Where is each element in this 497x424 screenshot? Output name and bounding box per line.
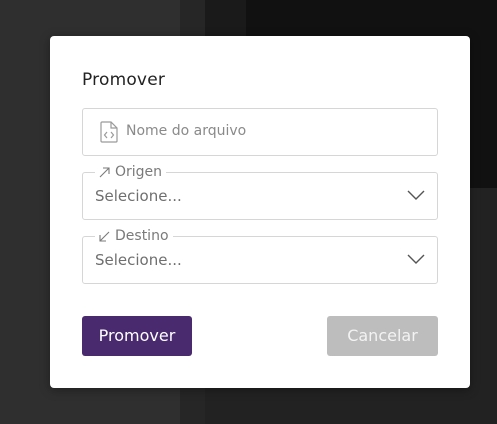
promote-modal: Promover Nome do arquivo Origen Selecion…	[50, 36, 470, 388]
cancel-button[interactable]: Cancelar	[327, 316, 438, 356]
origem-label: Origen	[115, 164, 163, 180]
file-code-icon	[100, 121, 118, 143]
file-name-placeholder: Nome do arquivo	[126, 123, 247, 139]
destino-value: Selecione...	[95, 251, 182, 269]
modal-title: Promover	[82, 70, 166, 90]
origem-value: Selecione...	[95, 187, 182, 205]
chevron-down-icon[interactable]	[407, 253, 425, 265]
arrow-up-right-icon	[99, 166, 110, 177]
arrow-down-left-icon	[99, 231, 110, 242]
chevron-down-icon[interactable]	[407, 189, 425, 201]
destino-select[interactable]: Destino Selecione...	[82, 228, 438, 284]
file-name-field[interactable]: Nome do arquivo	[82, 108, 438, 156]
promote-button[interactable]: Promover	[82, 316, 192, 356]
origem-legend: Origen	[95, 164, 167, 180]
destino-label: Destino	[115, 228, 169, 244]
origem-select[interactable]: Origen Selecione...	[82, 164, 438, 220]
destino-legend: Destino	[95, 228, 173, 244]
